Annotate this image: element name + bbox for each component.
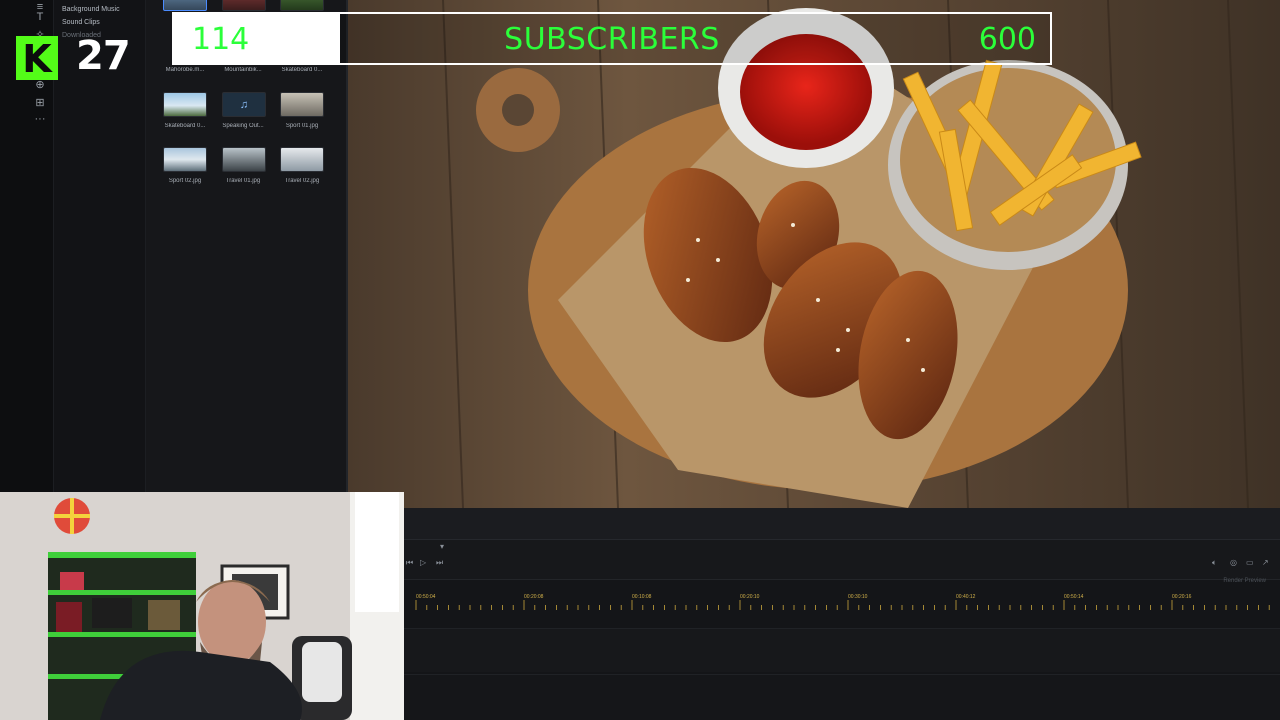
marker-icon[interactable]: ▾ xyxy=(440,542,444,551)
ruler-tick-label: 00:50:04 xyxy=(416,594,436,600)
media-thumb[interactable] xyxy=(280,147,324,172)
media-label: Skateboard 0... xyxy=(164,123,206,129)
subscriber-label: SUBSCRIBERS xyxy=(504,22,720,57)
preview-image xyxy=(348,0,1280,508)
forward-icon[interactable]: ⏭ xyxy=(436,558,443,568)
media-label: Sport 01.jpg xyxy=(285,123,319,129)
media-label: Travel 02.jpg xyxy=(284,178,320,184)
video-preview xyxy=(348,0,1280,508)
timeline-track[interactable] xyxy=(404,674,1280,720)
category-background-music[interactable]: Background Music xyxy=(62,6,120,13)
kick-logo: K xyxy=(16,36,58,80)
media-thumb[interactable] xyxy=(222,0,266,11)
media-label: Mountainbik... xyxy=(224,67,262,73)
title-tool-icon[interactable]: T xyxy=(33,10,47,24)
media-thumb[interactable] xyxy=(163,0,207,11)
ruler-tick-label: 00:40:12 xyxy=(956,594,976,600)
timeline-ruler[interactable]: 00:50:04 00:20:08 00:10:08 00:20:10 00:30:10… xyxy=(404,594,1280,610)
play-icon[interactable]: ▷ xyxy=(420,558,426,567)
media-thumb[interactable] xyxy=(163,92,207,117)
music-note-icon: ♫ xyxy=(239,98,249,111)
media-thumb[interactable] xyxy=(280,92,324,117)
rewind-icon[interactable]: ⏮ xyxy=(406,558,413,568)
media-thumb[interactable] xyxy=(163,147,207,172)
ruler-tick-label: 00:50:14 xyxy=(1064,594,1084,600)
ruler-tick-label: 00:30:10 xyxy=(848,594,868,600)
media-thumb[interactable] xyxy=(222,147,266,172)
ruler-tick-label: 00:20:08 xyxy=(524,594,544,600)
snapshot-icon[interactable]: ◎ xyxy=(1230,558,1237,567)
media-label: Sport 02.jpg xyxy=(168,178,202,184)
template-tool-icon[interactable]: ⊞ xyxy=(33,96,47,110)
timeline-toolbar: ⏮ ▷ ⏭ ▾ Render Preview 🔈︎ ◎ ▭ ↗ xyxy=(404,540,1280,584)
ruler-tick-label: 00:20:16 xyxy=(1172,594,1192,600)
subscriber-goal: 600 xyxy=(978,22,1036,57)
display-icon[interactable]: ▭ xyxy=(1246,558,1254,567)
viewer-count: 27 xyxy=(76,33,131,79)
media-label: Skateboard 0... xyxy=(281,67,323,73)
pip-tool-icon[interactable]: ⊕ xyxy=(33,78,47,92)
timeline-panel: ⏮ ▷ ⏭ ▾ Render Preview 🔈︎ ◎ ▭ ↗ 00:50:04… xyxy=(404,508,1280,720)
media-label: Mahorobe.m... xyxy=(165,67,205,73)
webcam-image xyxy=(0,492,404,720)
timeline-track[interactable] xyxy=(404,628,1280,672)
volume-icon[interactable]: 🔈︎ xyxy=(1212,558,1217,568)
render-preview-label: Render Preview xyxy=(1223,578,1266,584)
stage: ≡ T ✧ ⊕ ⊞ ··· Background Music Sound Cli… xyxy=(0,0,1280,720)
webcam-feed xyxy=(0,492,404,720)
expand-icon[interactable]: ↗ xyxy=(1262,558,1269,567)
subscriber-goal-bar: 114 SUBSCRIBERS 600 xyxy=(172,12,1052,65)
timeline-header xyxy=(404,508,1280,540)
ruler-tick-label: 00:10:08 xyxy=(632,594,652,600)
ruler-tick-label: 00:20:10 xyxy=(740,594,760,600)
media-label: Speaking Out... xyxy=(222,123,264,129)
kick-logo-letter: K xyxy=(22,37,53,80)
category-sound-clips[interactable]: Sound Clips xyxy=(62,19,100,26)
more-tools-icon[interactable]: ··· xyxy=(33,112,47,126)
media-label: Travel 01.jpg xyxy=(225,178,261,184)
media-thumb[interactable] xyxy=(280,0,324,11)
media-thumb-music[interactable]: ♫ xyxy=(222,92,266,117)
media-library: Mahorobe.m... Mountainbik... Skateboard … xyxy=(146,0,348,492)
